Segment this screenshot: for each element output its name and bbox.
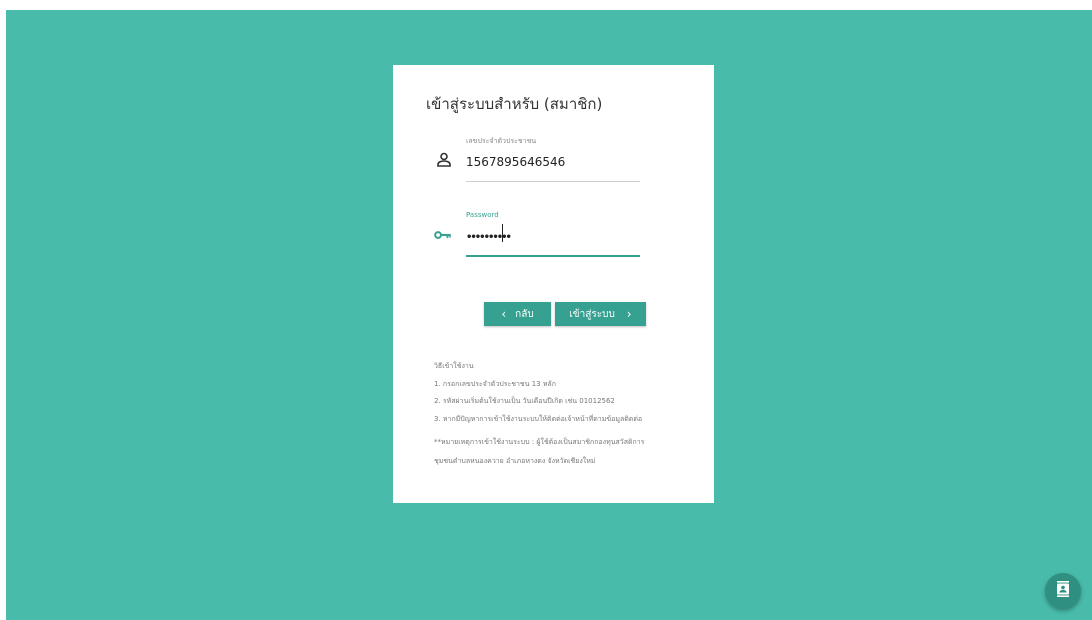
id-number-field[interactable]: เลขประจำตัวประชาชน — [426, 136, 641, 188]
text-cursor — [502, 224, 503, 242]
chevron-right-icon: › — [626, 307, 632, 321]
login-button[interactable]: เข้าสู่ระบบ › — [555, 302, 646, 326]
id-number-underline — [466, 181, 640, 182]
page-background: เข้าสู่ระบบสำหรับ (สมาชิก) เลขประจำตัวปร… — [6, 10, 1092, 620]
help-heading: วิธีเข้าใช้งาน — [434, 362, 474, 370]
back-button-label: กลับ — [515, 308, 534, 320]
help-section: วิธีเข้าใช้งาน 1. กรอกเลขประจำตัวประชาชน… — [434, 358, 704, 428]
login-button-label: เข้าสู่ระบบ — [569, 308, 615, 320]
password-input[interactable]: •••••••••• — [466, 232, 640, 243]
contact-book-icon — [1056, 581, 1070, 601]
note-line: **หมายเหตุการเข้าใช้งานระบบ : ผู้ใช้ต้อง… — [434, 438, 645, 446]
help-step: 2. รหัสผ่านเริ่มต้นใช้งานเป็น วันเดือนปี… — [434, 397, 615, 405]
password-underline — [466, 255, 640, 257]
chevron-left-icon: ‹ — [501, 307, 507, 321]
id-number-input[interactable] — [466, 155, 640, 169]
contact-fab-button[interactable] — [1045, 573, 1081, 609]
help-step: 1. กรอกเลขประจำตัวประชาชน 13 หลัก — [434, 379, 556, 388]
help-note: **หมายเหตุการเข้าใช้งานระบบ : ผู้ใช้ต้อง… — [434, 433, 694, 471]
note-line: ชุมชนตำบลหนองควาย อำเภอหางดง จังหวัดเชีย… — [434, 457, 596, 465]
key-icon — [434, 227, 452, 243]
login-card: เข้าสู่ระบบสำหรับ (สมาชิก) เลขประจำตัวปร… — [393, 65, 714, 503]
login-title: เข้าสู่ระบบสำหรับ (สมาชิก) — [426, 95, 603, 113]
back-button[interactable]: ‹ กลับ — [484, 302, 551, 326]
password-field[interactable]: Password •••••••••• — [426, 211, 641, 263]
person-icon — [436, 152, 452, 168]
help-step: 3. หากมีปัญหาการเข้าใช้งานระบบให้ติดต่อเ… — [434, 414, 643, 423]
id-number-label: เลขประจำตัวประชาชน — [466, 137, 537, 145]
password-label: Password — [466, 211, 499, 219]
